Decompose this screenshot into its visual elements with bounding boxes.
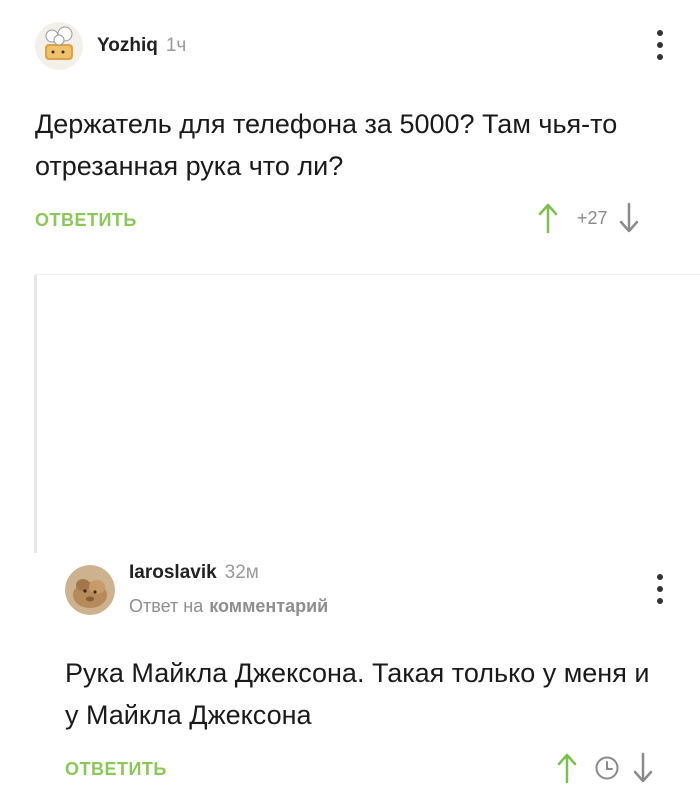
clock-icon (595, 756, 619, 780)
score: +27 (577, 207, 608, 228)
reply-button[interactable]: ОТВЕТИТЬ (65, 759, 167, 780)
comment-header: Yozhiq 1ч (35, 22, 186, 70)
more-vertical-icon[interactable] (655, 574, 665, 604)
arrow-down-icon[interactable] (632, 750, 654, 786)
arrow-up-icon[interactable] (537, 200, 559, 236)
timestamp: 32м (224, 562, 259, 583)
timestamp: 1ч (165, 35, 187, 56)
comment: Yozhiq 1ч Держатель для телефона за 5000… (0, 0, 700, 262)
more-vertical-icon[interactable] (655, 30, 665, 60)
arrow-up-icon[interactable] (556, 750, 578, 786)
comment-header: Iaroslavik 32м Ответ на комментарий (65, 562, 328, 617)
vote-controls (556, 750, 654, 786)
avatar[interactable] (35, 22, 83, 70)
reply-to-prefix: Ответ на (129, 596, 204, 616)
reply-to-link[interactable]: комментарий (209, 596, 328, 616)
username[interactable]: Iaroslavik (129, 562, 217, 584)
comment-reply: Iaroslavik 32м Ответ на комментарий Рука … (0, 262, 700, 784)
username[interactable]: Yozhiq (97, 35, 158, 57)
vote-controls: +27 (537, 200, 640, 236)
arrow-down-icon[interactable] (618, 200, 640, 236)
avatar[interactable] (65, 564, 115, 615)
reply-button[interactable]: ОТВЕТИТЬ (35, 210, 137, 231)
comment-text: Держатель для телефона за 5000? Там чья-… (35, 109, 618, 181)
reply-to-label: Ответ на комментарий (129, 596, 328, 617)
comment-text: Рука Майкла Джексона. Такая только у мен… (65, 658, 650, 730)
